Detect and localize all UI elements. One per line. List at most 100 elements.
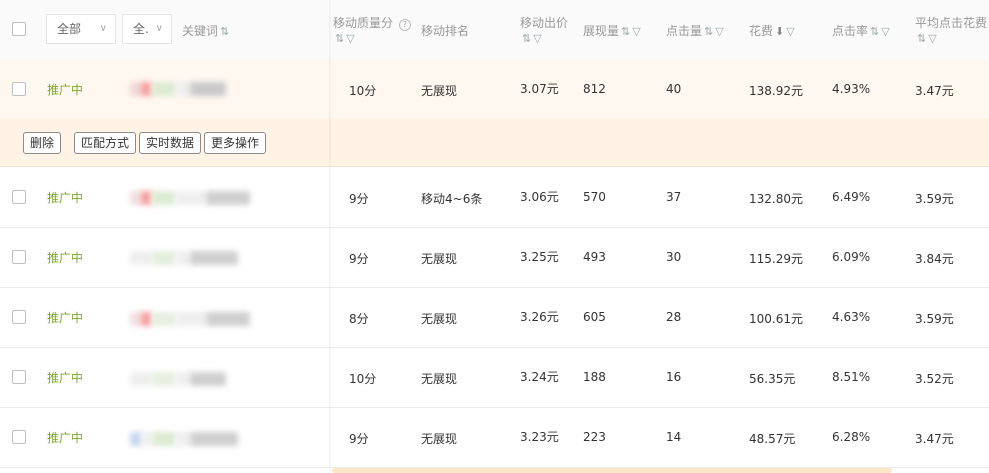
ctr-value: 6.49% bbox=[832, 190, 871, 204]
status-label: 推广中 bbox=[47, 311, 84, 325]
filter-icon[interactable]: ▽ bbox=[632, 25, 640, 38]
sort-icon[interactable]: ⇅ bbox=[220, 25, 229, 38]
mobile-bid-label: 移动出价 bbox=[520, 16, 569, 30]
filter-icon[interactable]: ▽ bbox=[881, 25, 889, 38]
ctr-header[interactable]: 点击率 ⇅ ▽ bbox=[832, 22, 890, 39]
help-icon[interactable]: ? bbox=[398, 19, 411, 31]
mobile-bid-controls: ⇅ ▽ bbox=[520, 31, 542, 45]
mobile-bid-header[interactable]: 移动出价 bbox=[520, 14, 568, 31]
mobile-bid-value[interactable]: 3.25元 bbox=[520, 248, 559, 265]
status-label: 推广中 bbox=[47, 191, 84, 205]
avg-cpc-header[interactable]: 平均点击花费 bbox=[915, 14, 987, 31]
ctr-value: 6.28% bbox=[832, 430, 871, 444]
filter-icon[interactable]: ▽ bbox=[533, 32, 541, 45]
impressions-label: 展现量 bbox=[583, 24, 620, 38]
mobile-rank-value: 移动4~6条 bbox=[421, 192, 483, 206]
impressions-value: 812 bbox=[583, 82, 606, 96]
row-checkbox[interactable] bbox=[12, 430, 26, 444]
row-checkbox[interactable] bbox=[12, 190, 26, 204]
mobile-rank-value: 无展现 bbox=[421, 312, 458, 326]
status-label: 推广中 bbox=[47, 83, 84, 97]
impressions-value: 570 bbox=[583, 190, 606, 204]
impressions-header[interactable]: 展现量 ⇅ ▽ bbox=[583, 22, 641, 39]
sort-icon[interactable]: ⇅ bbox=[870, 25, 879, 38]
sort-icon[interactable]: ⇅ bbox=[704, 25, 713, 38]
quality-score-label: 移动质量分 bbox=[333, 16, 394, 30]
delete-button[interactable]: 删除 bbox=[23, 132, 62, 154]
impressions-value: 493 bbox=[583, 250, 606, 264]
row-checkbox[interactable] bbox=[12, 250, 26, 264]
table-row[interactable]: 推广中 9分 移动4~6条 3.06元 570 37 132.80元 6.49%… bbox=[0, 167, 989, 228]
mobile-bid-value[interactable]: 3.26元 bbox=[520, 308, 559, 325]
quality-score-controls: ⇅ ▽ bbox=[333, 31, 355, 45]
mobile-bid-value[interactable]: 3.24元 bbox=[520, 368, 559, 385]
horizontal-scrollbar[interactable] bbox=[332, 468, 892, 473]
avg-cpc-controls: ⇅ ▽ bbox=[915, 31, 937, 45]
match-type-button[interactable]: 匹配方式 bbox=[74, 132, 137, 154]
filter-icon[interactable]: ▽ bbox=[346, 32, 354, 45]
mobile-rank-header: 移动排名 bbox=[421, 22, 469, 39]
cost-value: 56.35元 bbox=[749, 372, 796, 386]
status-label: 推广中 bbox=[47, 371, 84, 385]
row-checkbox[interactable] bbox=[12, 370, 26, 384]
table-row[interactable]: 推广中 9分 无展现 3.23元 223 14 48.57元 6.28% 3.4… bbox=[0, 408, 989, 468]
clicks-label: 点击量 bbox=[666, 24, 703, 38]
cost-value: 100.61元 bbox=[749, 312, 803, 326]
chevron-down-icon: ∨ bbox=[99, 23, 107, 34]
mobile-rank-value: 无展现 bbox=[421, 372, 458, 386]
select-all-checkbox[interactable] bbox=[12, 22, 26, 36]
mobile-bid-value[interactable]: 3.23元 bbox=[520, 428, 559, 445]
ctr-value: 8.51% bbox=[832, 370, 871, 384]
keyword-blurred bbox=[130, 432, 238, 446]
type-filter-dropdown[interactable]: 全. ∨ bbox=[122, 14, 172, 44]
keyword-blurred bbox=[130, 251, 238, 265]
sort-desc-icon[interactable]: ⬇ bbox=[775, 25, 784, 38]
filter-icon[interactable]: ▽ bbox=[928, 32, 936, 45]
sort-icon[interactable]: ⇅ bbox=[335, 32, 344, 45]
clicks-value: 30 bbox=[666, 250, 682, 264]
quality-score-value: 8分 bbox=[349, 312, 369, 326]
cost-value: 48.57元 bbox=[749, 432, 796, 446]
impressions-value: 605 bbox=[583, 310, 606, 324]
clicks-header[interactable]: 点击量 ⇅ ▽ bbox=[666, 22, 724, 39]
keyword-header[interactable]: 关键词 ⇅ bbox=[182, 22, 229, 39]
row-checkbox[interactable] bbox=[12, 82, 26, 96]
avg-cpc-value: 3.47元 bbox=[915, 432, 954, 446]
row-checkbox[interactable] bbox=[12, 310, 26, 324]
mobile-rank-label: 移动排名 bbox=[421, 24, 470, 38]
keyword-blurred bbox=[130, 82, 226, 96]
quality-score-header[interactable]: 移动质量分 ? bbox=[333, 14, 411, 31]
status-label: 推广中 bbox=[47, 431, 84, 445]
avg-cpc-value: 3.47元 bbox=[915, 84, 954, 98]
clicks-value: 37 bbox=[666, 190, 682, 204]
realtime-data-button[interactable]: 实时数据 bbox=[139, 132, 202, 154]
mobile-rank-value: 无展现 bbox=[421, 432, 458, 446]
mobile-rank-value: 无展现 bbox=[421, 84, 458, 98]
avg-cpc-value: 3.52元 bbox=[915, 372, 954, 386]
table-header: 全部 ∨ 全. ∨ 关键词 ⇅ 移动质量分 ? ⇅ ▽ 移动排名 移动出价 ⇅ ▽ 展… bbox=[0, 0, 989, 61]
table-row[interactable]: 推广中 8分 无展现 3.26元 605 28 100.61元 4.63% 3.… bbox=[0, 288, 989, 348]
avg-cpc-label: 平均点击花费 bbox=[915, 16, 988, 30]
avg-cpc-value: 3.84元 bbox=[915, 252, 954, 266]
sort-icon[interactable]: ⇅ bbox=[917, 32, 926, 45]
table-row[interactable]: 推广中 10分 无展现 3.24元 188 16 56.35元 8.51% 3.… bbox=[0, 348, 989, 408]
cost-value: 132.80元 bbox=[749, 192, 803, 206]
status-filter-label: 全部 bbox=[57, 22, 82, 36]
filter-icon[interactable]: ▽ bbox=[786, 25, 794, 38]
avg-cpc-value: 3.59元 bbox=[915, 312, 954, 326]
table-row[interactable]: 推广中 9分 无展现 3.25元 493 30 115.29元 6.09% 3.… bbox=[0, 228, 989, 288]
table-row[interactable]: 推广中 10分 无展现 3.07元 812 40 138.92元 4.93% 3… bbox=[0, 60, 989, 118]
avg-cpc-value: 3.59元 bbox=[915, 192, 954, 206]
filter-icon[interactable]: ▽ bbox=[715, 25, 723, 38]
mobile-bid-value[interactable]: 3.07元 bbox=[520, 80, 559, 97]
clicks-value: 16 bbox=[666, 370, 682, 384]
more-actions-button[interactable]: 更多操作 bbox=[204, 132, 267, 154]
mobile-bid-value[interactable]: 3.06元 bbox=[520, 188, 559, 205]
cost-header[interactable]: 花费 ⬇ ▽ bbox=[749, 22, 795, 39]
sort-icon[interactable]: ⇅ bbox=[621, 25, 630, 38]
status-filter-dropdown[interactable]: 全部 ∨ bbox=[46, 14, 116, 44]
frozen-column-divider bbox=[329, 0, 332, 473]
impressions-value: 188 bbox=[583, 370, 606, 384]
cost-label: 花费 bbox=[749, 24, 774, 38]
sort-icon[interactable]: ⇅ bbox=[522, 32, 531, 45]
